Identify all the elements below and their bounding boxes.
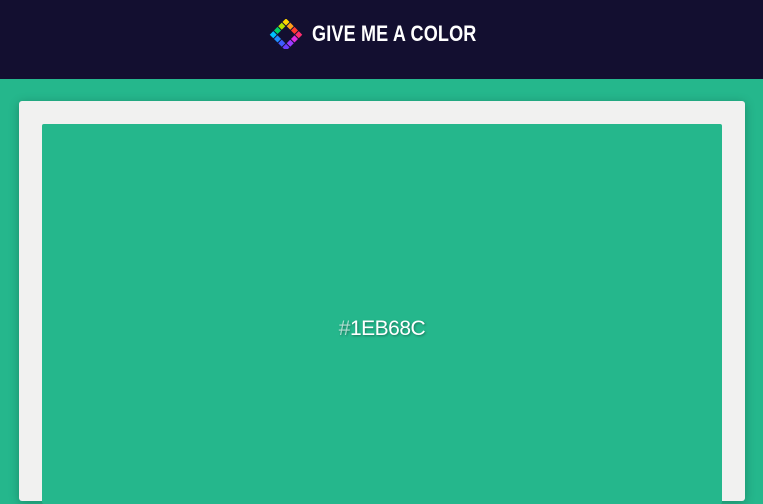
hex-code-label[interactable]: #1EB68C <box>338 317 426 341</box>
hex-value: 1EB68C <box>349 317 426 340</box>
brand[interactable]: GIVE ME A COLOR <box>266 18 513 49</box>
top-navbar: GIVE ME A COLOR <box>0 0 763 79</box>
color-card: #1EB68C <box>19 101 745 504</box>
diamond-logo-icon <box>269 18 303 49</box>
brand-title: GIVE ME A COLOR <box>312 20 477 46</box>
color-swatch[interactable]: #1EB68C <box>42 124 722 504</box>
hex-hash: # <box>338 317 351 340</box>
